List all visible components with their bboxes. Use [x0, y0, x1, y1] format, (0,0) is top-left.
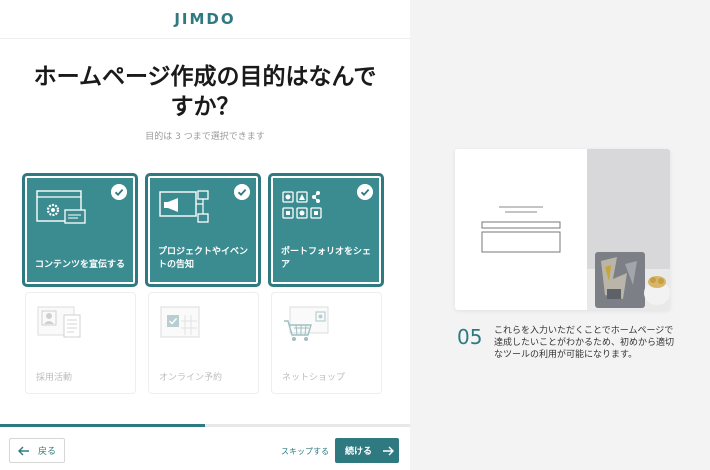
checkmark-icon — [357, 184, 373, 200]
option-label: ポートフォリオをシェア — [281, 247, 372, 270]
header-divider — [0, 38, 410, 39]
resume-icon — [37, 306, 81, 338]
option-card-online-booking[interactable]: オンライン予約 — [148, 292, 259, 394]
option-label: プロジェクトやイベントの告知 — [158, 247, 249, 270]
vase-photo-illustration — [587, 149, 670, 310]
continue-button-label: 続ける — [345, 447, 373, 457]
browser-settings-icon — [36, 190, 86, 224]
progress-fill — [0, 424, 205, 427]
skip-link[interactable]: スキップする — [281, 446, 329, 457]
page-title: ホームページ作成の目的はなんですか？ — [33, 64, 377, 120]
decor-photo — [587, 149, 670, 310]
option-card-online-shop[interactable]: ネットショップ — [271, 292, 382, 394]
option-card-promote-content[interactable]: コンテンツを宣伝する — [23, 174, 137, 286]
checkmark-icon — [111, 184, 127, 200]
arrow-left-icon — [18, 446, 29, 455]
step-number: 05 — [457, 325, 483, 349]
shopping-cart-icon — [284, 306, 329, 341]
continue-button[interactable]: 続ける — [335, 438, 399, 463]
progress-bar — [0, 424, 410, 427]
option-card-announce-event[interactable]: プロジェクトやイベントの告知 — [146, 174, 260, 286]
page-subtitle: 目的は 3 つまで選択できます — [145, 132, 265, 142]
calendar-icon — [160, 306, 200, 338]
option-card-recruiting[interactable]: 採用活動 — [25, 292, 136, 394]
portfolio-grid-icon — [282, 191, 322, 219]
option-label: オンライン予約 — [159, 373, 223, 383]
form-mockup-illustration — [481, 206, 561, 253]
option-label: 採用活動 — [36, 373, 73, 383]
jimdo-logo[interactable]: JIMDO — [0, 10, 410, 28]
back-button-label: 戻る — [38, 447, 57, 457]
option-label: ネットショップ — [282, 373, 346, 383]
megaphone-flow-icon — [159, 190, 209, 223]
option-card-share-portfolio[interactable]: ポートフォリオをシェア — [269, 174, 383, 286]
option-label: コンテンツを宣伝する — [35, 260, 126, 270]
back-button[interactable]: 戻る — [9, 438, 65, 463]
checkmark-icon — [234, 184, 250, 200]
arrow-right-icon — [383, 446, 395, 455]
wizard-panel: JIMDO ホームページ作成の目的はなんですか？ 目的は 3 つまで選択できます… — [0, 0, 410, 470]
website-preview — [455, 149, 670, 310]
step-description: これらを入力いただくことでホームページで達成したいことがわかるため、初めから適切… — [494, 326, 675, 360]
